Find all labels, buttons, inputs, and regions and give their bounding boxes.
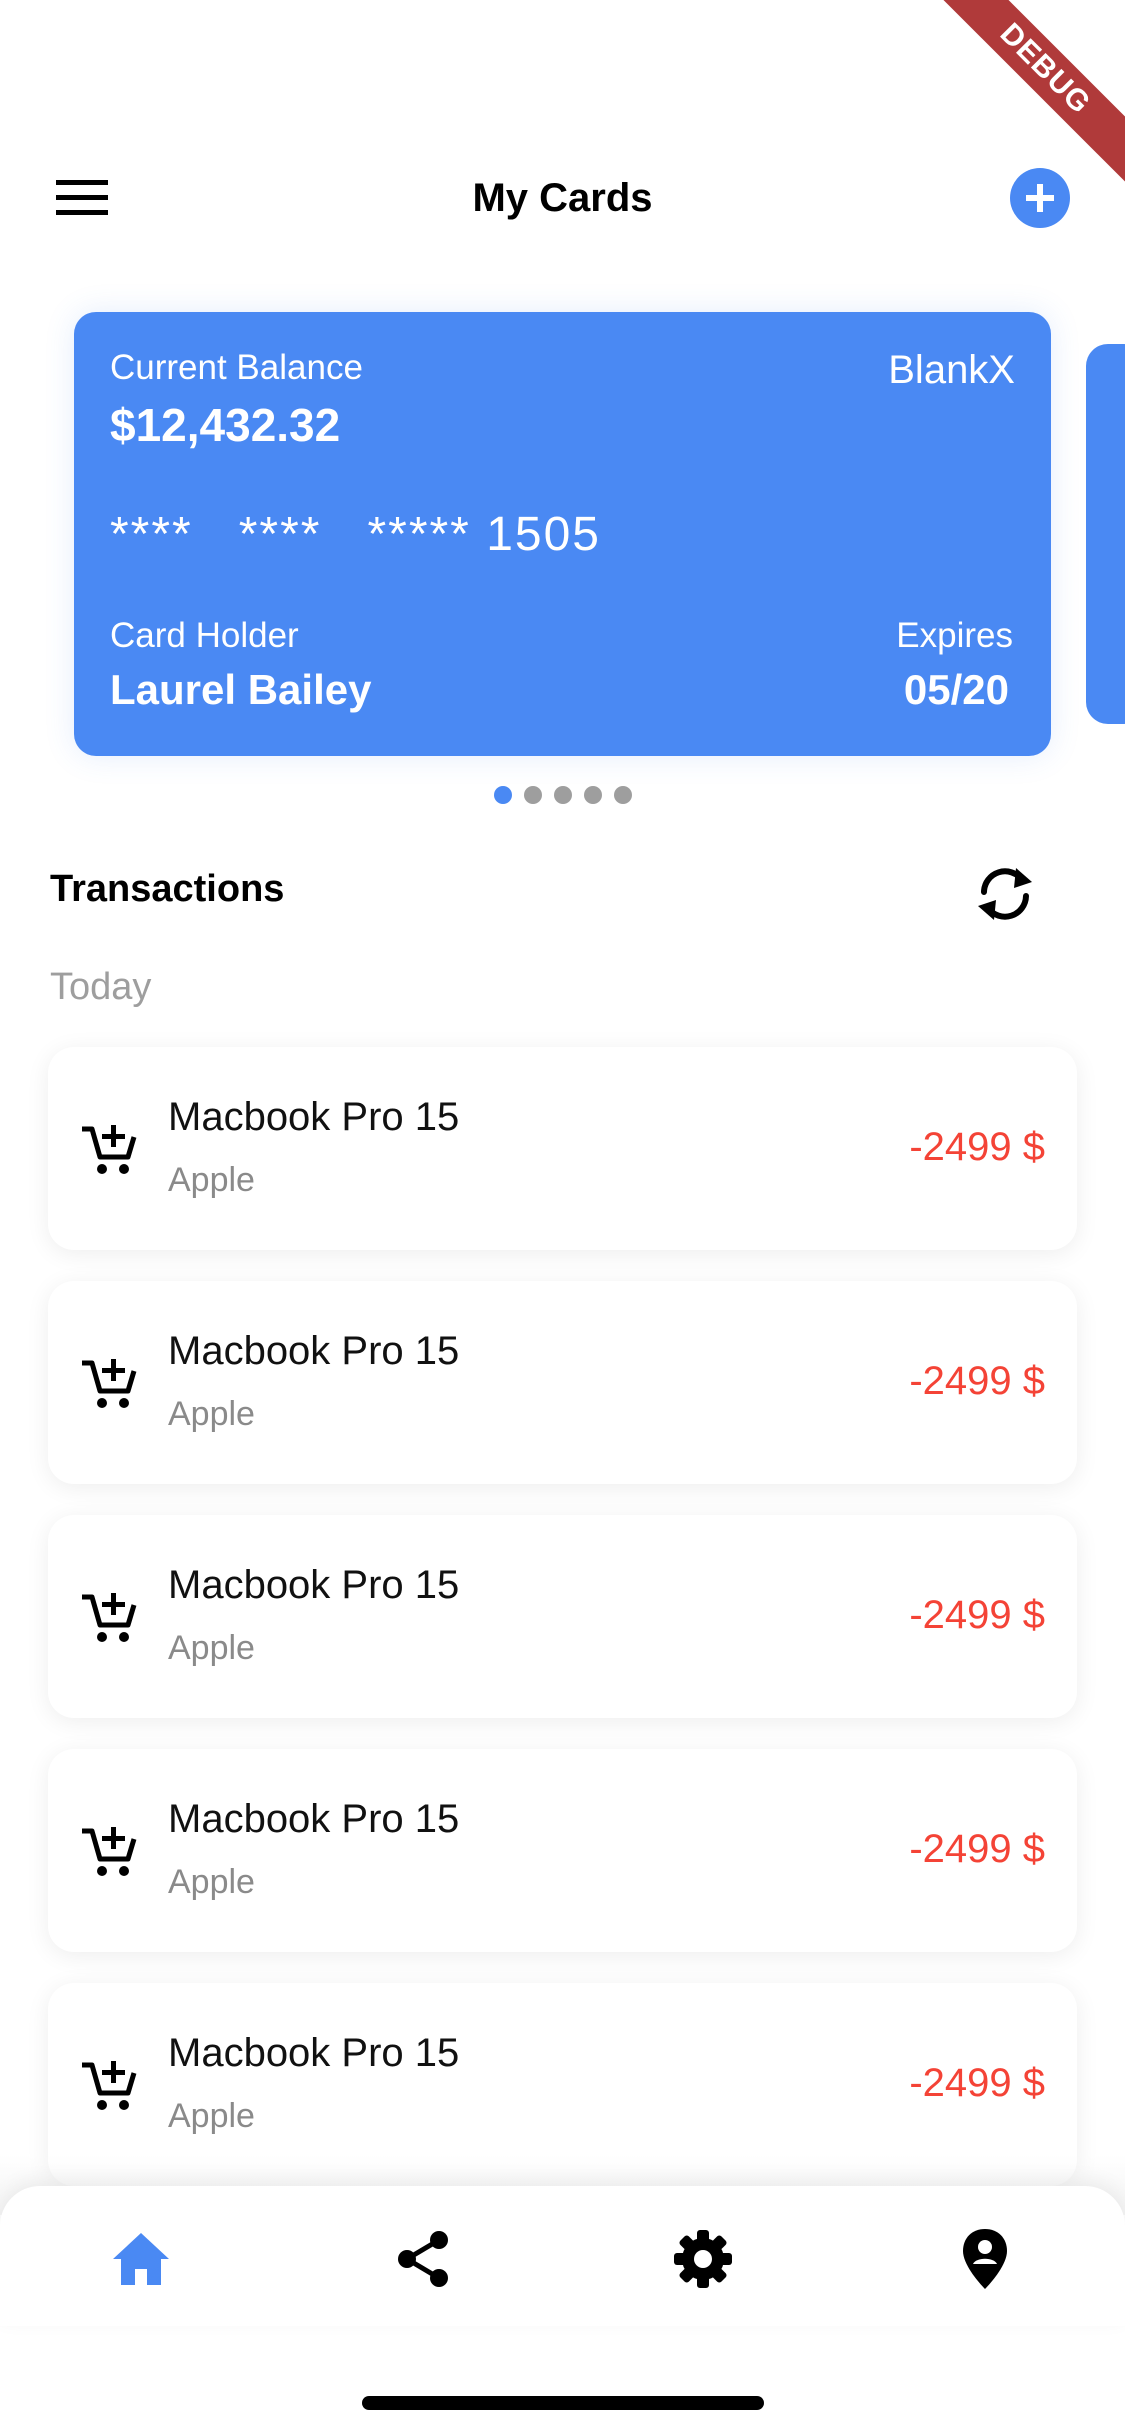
expires-value: 05/20 — [903, 666, 1009, 713]
add-cart-icon — [82, 1593, 137, 1642]
transaction-name: Macbook Pro 15 — [168, 1563, 460, 1607]
home-indicator — [362, 2396, 764, 2410]
refresh-icon[interactable] — [970, 862, 1040, 926]
home-icon — [113, 2233, 169, 2285]
card-holder-label: Card Holder — [110, 616, 299, 655]
transaction-item[interactable]: Macbook Pro 15 Apple -2499 $ — [48, 1749, 1077, 1952]
app-header: My Cards — [0, 150, 1125, 246]
transaction-name: Macbook Pro 15 — [168, 2031, 460, 2075]
page-title: My Cards — [472, 176, 653, 220]
transaction-name: Macbook Pro 15 — [168, 1095, 460, 1139]
nav-settings[interactable] — [670, 2226, 736, 2292]
transaction-vendor: Apple — [168, 2097, 255, 2135]
add-cart-icon — [82, 1827, 137, 1876]
balance-label: Current Balance — [110, 348, 363, 387]
add-cart-icon — [82, 2061, 137, 2110]
card-brand: BlankX — [888, 348, 1015, 392]
transaction-vendor: Apple — [168, 1863, 255, 1901]
add-cart-icon — [82, 1359, 137, 1408]
expires-label: Expires — [896, 616, 1013, 655]
pager-dot[interactable] — [553, 786, 572, 804]
credit-card[interactable]: Current Balance $12,432.32 BlankX **** *… — [74, 312, 1051, 756]
card-holder-name: Laurel Bailey — [110, 666, 372, 713]
add-card-button[interactable] — [1010, 168, 1070, 228]
transaction-amount: -2499 $ — [909, 1593, 1045, 1637]
transaction-name: Macbook Pro 15 — [168, 1797, 460, 1841]
card-pager — [0, 786, 1125, 804]
transaction-vendor: Apple — [168, 1161, 255, 1199]
transaction-amount: -2499 $ — [909, 1359, 1045, 1403]
transaction-name: Macbook Pro 15 — [168, 1329, 460, 1373]
nav-share[interactable] — [390, 2226, 456, 2292]
transaction-amount: -2499 $ — [909, 1125, 1045, 1169]
nav-location[interactable] — [952, 2226, 1018, 2292]
pager-dot[interactable] — [523, 786, 542, 804]
transaction-vendor: Apple — [168, 1629, 255, 1667]
next-card-peek[interactable] — [1086, 344, 1125, 724]
transaction-item[interactable]: Macbook Pro 15 Apple -2499 $ — [48, 1047, 1077, 1250]
transaction-item[interactable]: Macbook Pro 15 Apple -2499 $ — [48, 1515, 1077, 1718]
bottom-navigation — [0, 2186, 1125, 2326]
gear-icon — [674, 2230, 732, 2288]
nav-home[interactable] — [108, 2226, 174, 2292]
transaction-amount: -2499 $ — [909, 1827, 1045, 1871]
pager-dot[interactable] — [613, 786, 632, 804]
transaction-vendor: Apple — [168, 1395, 255, 1433]
pager-dot[interactable] — [583, 786, 602, 804]
transaction-amount: -2499 $ — [909, 2061, 1045, 2105]
card-number: **** **** ***** 1505 — [110, 508, 601, 561]
share-icon — [398, 2231, 448, 2287]
plus-icon — [1026, 184, 1054, 212]
add-cart-icon — [82, 1125, 137, 1174]
day-label: Today — [50, 966, 152, 1008]
location-pin-icon — [963, 2229, 1007, 2289]
transaction-item[interactable]: Macbook Pro 15 Apple -2499 $ — [48, 1281, 1077, 1484]
pager-dot[interactable] — [493, 786, 512, 804]
transactions-title: Transactions — [50, 868, 285, 910]
balance-value: $12,432.32 — [110, 399, 341, 451]
